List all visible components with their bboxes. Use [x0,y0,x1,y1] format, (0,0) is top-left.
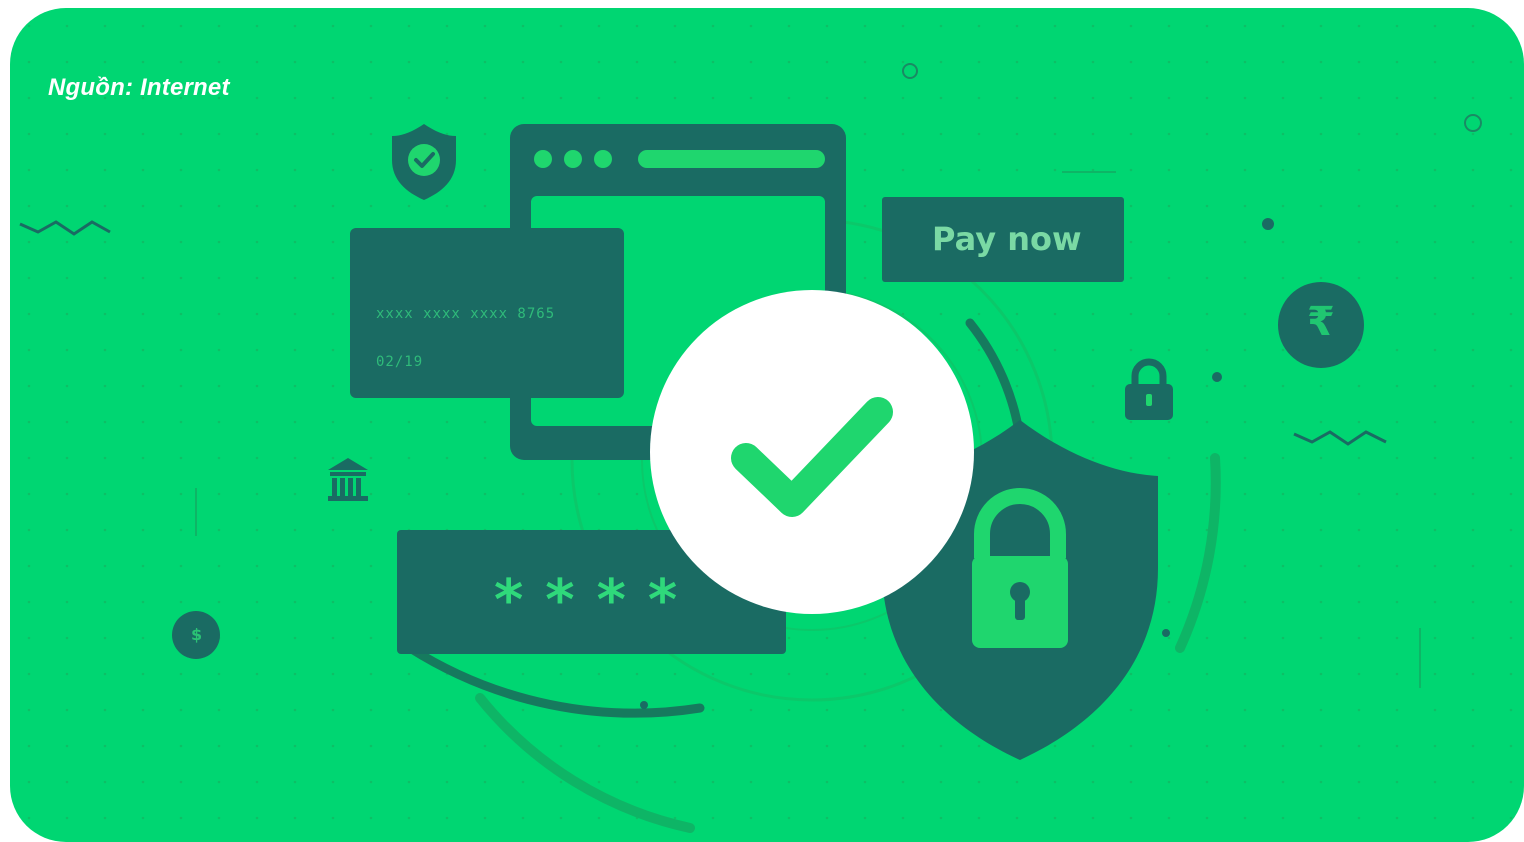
check-circle-icon [650,290,974,614]
rupee-symbol: ₹ [1307,299,1335,345]
password-mask: **** [494,568,700,633]
card-expiry: 02/19 [376,354,424,370]
dot-decor-2 [1212,372,1222,382]
pay-now-label: Pay now [932,220,1082,258]
card-number: xxxx xxxx xxxx 8765 [376,306,556,322]
illustration-frame: Nguồn: Internet Pay now xxxx xxxx xxxx 8… [10,8,1524,842]
dot-decor-1 [1262,218,1274,230]
payment-security-illustration [10,8,1524,842]
dot-decor-4 [640,701,648,709]
dot-decor-3 [1162,629,1170,637]
source-caption: Nguồn: Internet [48,74,230,101]
dollar-symbol: $ [191,625,203,644]
